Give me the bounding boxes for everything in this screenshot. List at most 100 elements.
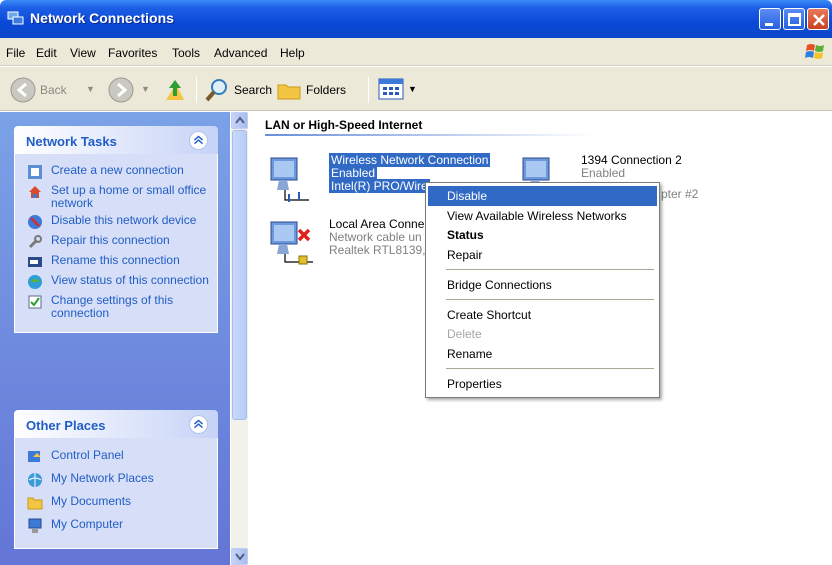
menu-separator	[446, 368, 654, 369]
close-button[interactable]	[807, 8, 829, 30]
menu-create-shortcut[interactable]: Create Shortcut	[428, 305, 657, 325]
place-my-computer[interactable]: My Computer	[15, 518, 217, 534]
network-tasks-title: Network Tasks	[26, 134, 117, 149]
task-rename-connection[interactable]: Rename this connection	[15, 254, 217, 270]
task-create-connection[interactable]: Create a new connection	[15, 164, 217, 180]
place-my-network-places[interactable]: My Network Places	[15, 472, 217, 488]
task-change-settings[interactable]: Change settings of this connection	[15, 294, 217, 320]
context-menu: Disable View Available Wireless Networks…	[425, 182, 660, 398]
up-folder-icon[interactable]	[162, 76, 188, 104]
task-label: View status of this connection	[51, 273, 209, 287]
other-places-header[interactable]: Other Places	[14, 410, 218, 438]
network-places-icon	[28, 473, 42, 487]
title-bar[interactable]: Network Connections	[0, 0, 832, 38]
scroll-up-button[interactable]	[231, 112, 248, 129]
other-places-title: Other Places	[26, 418, 106, 433]
collapse-chevron-icon[interactable]	[189, 131, 208, 150]
menu-status[interactable]: Status	[428, 225, 657, 245]
views-icon[interactable]	[378, 78, 404, 100]
repair-wrench-icon	[28, 235, 42, 249]
lan-connection-icon	[270, 221, 313, 265]
folders-button[interactable]: Folders	[306, 83, 346, 97]
views-dropdown-icon[interactable]: ▼	[408, 84, 417, 94]
scroll-down-button[interactable]	[231, 548, 248, 565]
network-tasks-list: Create a new connection Set up a home or…	[14, 154, 218, 333]
new-connection-icon	[28, 165, 42, 179]
task-label: Change settings of this connection	[51, 293, 174, 320]
lan-device: Realtek RTL8139,	[329, 243, 426, 257]
task-disable-device[interactable]: Disable this network device	[15, 214, 217, 230]
menu-separator	[446, 269, 654, 270]
menu-separator	[446, 299, 654, 300]
menu-edit[interactable]: Edit	[36, 46, 57, 60]
windows-logo-icon	[805, 44, 824, 59]
place-label: My Network Places	[51, 471, 154, 485]
my-documents-icon	[27, 497, 43, 510]
back-arrow-icon[interactable]	[10, 77, 36, 103]
task-label: Create a new connection	[51, 163, 184, 177]
toolbar: Back ▼ ▼ Search Folders ▼	[0, 67, 832, 111]
other-places-list: Control Panel My Network Places My Docum…	[14, 438, 218, 549]
menu-tools[interactable]: Tools	[172, 46, 200, 60]
other-places-panel: Other Places Control Panel My Network Pl…	[14, 410, 218, 549]
menu-delete: Delete	[447, 327, 482, 341]
menu-help[interactable]: Help	[280, 46, 305, 60]
back-button[interactable]: Back	[40, 83, 67, 97]
menu-view[interactable]: View	[70, 46, 96, 60]
task-label: Repair this connection	[51, 233, 170, 247]
place-label: My Computer	[51, 517, 124, 531]
my-computer-icon	[28, 518, 42, 533]
network-tasks-panel: Network Tasks Create a new connection Se…	[14, 126, 218, 333]
menu-file[interactable]: File	[6, 46, 25, 60]
maximize-icon	[788, 13, 801, 26]
task-home-network[interactable]: Set up a home or small office network	[15, 184, 217, 210]
menu-advanced[interactable]: Advanced	[214, 46, 267, 60]
minimize-button[interactable]	[759, 8, 781, 30]
network-tasks-header[interactable]: Network Tasks	[14, 126, 218, 154]
menu-repair[interactable]: Repair	[428, 245, 657, 265]
place-my-documents[interactable]: My Documents	[15, 495, 217, 511]
wireless-connection-icon	[270, 157, 309, 202]
minimize-icon	[765, 23, 773, 26]
back-dropdown-icon[interactable]: ▼	[86, 84, 95, 94]
wireless-status: Enabled	[329, 166, 378, 180]
chevron-up-icon	[235, 116, 245, 124]
task-label: Rename this connection	[51, 253, 180, 267]
scroll-thumb[interactable]	[232, 130, 247, 420]
search-icon[interactable]	[204, 77, 230, 103]
group-header: LAN or High-Speed Internet	[265, 118, 423, 132]
chevron-down-icon	[235, 553, 245, 561]
forward-arrow-icon[interactable]	[108, 77, 134, 103]
maximize-button[interactable]	[783, 8, 805, 30]
disable-device-icon	[28, 215, 42, 229]
search-button[interactable]: Search	[234, 83, 272, 97]
rename-icon	[28, 257, 42, 267]
vertical-scrollbar[interactable]	[231, 112, 248, 565]
menu-bar: File Edit View Favorites Tools Advanced …	[0, 38, 832, 66]
view-status-icon	[28, 275, 42, 289]
task-repair-connection[interactable]: Repair this connection	[15, 234, 217, 250]
menu-view-wireless-networks[interactable]: View Available Wireless Networks	[428, 206, 657, 226]
task-pane: Network Tasks Create a new connection Se…	[0, 112, 230, 565]
change-settings-icon	[28, 295, 42, 309]
task-view-status[interactable]: View status of this connection	[15, 274, 217, 290]
place-label: Control Panel	[51, 448, 124, 462]
wireless-device: Intel(R) PRO/Wire	[329, 179, 430, 193]
place-label: My Documents	[51, 494, 132, 508]
task-label: Set up a home or small office network	[51, 183, 207, 210]
control-panel-icon	[28, 451, 41, 462]
menu-bridge-connections[interactable]: Bridge Connections	[428, 275, 657, 295]
task-label: Disable this network device	[51, 213, 197, 227]
place-control-panel[interactable]: Control Panel	[15, 449, 217, 465]
1394-status: Enabled	[581, 166, 626, 180]
menu-favorites[interactable]: Favorites	[108, 46, 157, 60]
forward-dropdown-icon[interactable]: ▼	[141, 84, 150, 94]
close-icon	[813, 14, 825, 26]
menu-disable[interactable]: Disable	[428, 186, 657, 206]
menu-properties[interactable]: Properties	[428, 374, 657, 394]
network-connections-icon	[7, 11, 24, 25]
menu-rename[interactable]: Rename	[428, 344, 657, 364]
folders-icon[interactable]	[276, 77, 302, 103]
1394-device: pter #2	[661, 187, 699, 201]
collapse-chevron-icon[interactable]	[189, 415, 208, 434]
